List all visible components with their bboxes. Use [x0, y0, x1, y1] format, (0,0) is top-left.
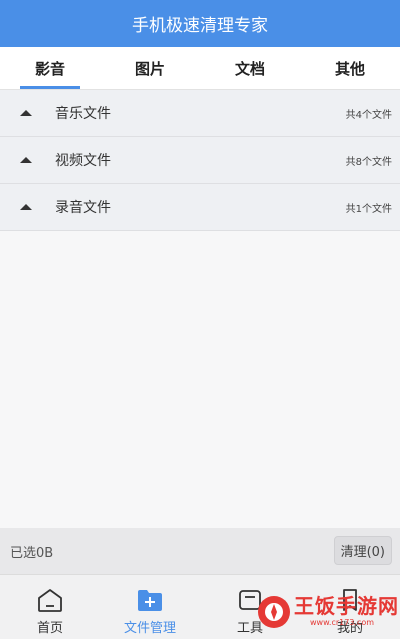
category-tabs: 影音 图片 文档 其他	[0, 47, 400, 90]
nav-label: 我的	[336, 621, 363, 636]
selection-status-bar: 已选0B 清理(0)	[0, 528, 400, 574]
file-manager-icon	[136, 587, 164, 613]
nav-label: 文件管理	[123, 621, 176, 636]
nav-home[interactable]: 首页	[0, 575, 100, 639]
category-row-video[interactable]: 视频文件 共8个文件	[0, 137, 400, 184]
category-label: 录音文件	[55, 200, 111, 216]
nav-tools[interactable]: 工具	[200, 575, 300, 639]
tab-label: 其他	[334, 59, 365, 78]
category-row-music[interactable]: 音乐文件 共4个文件	[0, 90, 400, 137]
category-label: 视频文件	[55, 153, 111, 169]
collapse-arrow-icon	[20, 157, 32, 163]
file-count: 共4个文件	[345, 109, 392, 121]
home-icon	[36, 587, 64, 613]
tab-label: 影音	[34, 59, 65, 78]
tab-media[interactable]: 影音	[0, 47, 100, 89]
tools-icon	[236, 587, 264, 613]
tab-images[interactable]: 图片	[100, 47, 200, 89]
file-count: 共8个文件	[345, 156, 392, 168]
clean-button[interactable]: 清理(0)	[333, 536, 392, 565]
collapse-arrow-icon	[20, 204, 32, 210]
empty-content-area	[0, 231, 400, 528]
nav-profile[interactable]: 我的	[300, 575, 400, 639]
nav-label: 工具	[236, 621, 263, 636]
app-title-bar: 手机极速清理专家	[0, 0, 400, 47]
collapse-arrow-icon	[20, 110, 32, 116]
app-title: 手机极速清理专家	[132, 16, 268, 36]
file-category-list: 音乐文件 共4个文件 视频文件 共8个文件 录音文件 共1个文件	[0, 90, 400, 231]
category-label: 音乐文件	[55, 106, 111, 122]
tab-label: 图片	[134, 59, 165, 78]
profile-icon	[336, 587, 364, 613]
bottom-navigation: 首页 文件管理 工具 我的	[0, 574, 400, 639]
tab-label: 文档	[234, 59, 265, 78]
nav-label: 首页	[36, 621, 63, 636]
tab-documents[interactable]: 文档	[200, 47, 300, 89]
category-row-recording[interactable]: 录音文件 共1个文件	[0, 184, 400, 231]
nav-file-manager[interactable]: 文件管理	[100, 575, 200, 639]
tab-other[interactable]: 其他	[300, 47, 400, 89]
file-count: 共1个文件	[345, 203, 392, 215]
selected-size: 已选0B	[10, 545, 54, 561]
